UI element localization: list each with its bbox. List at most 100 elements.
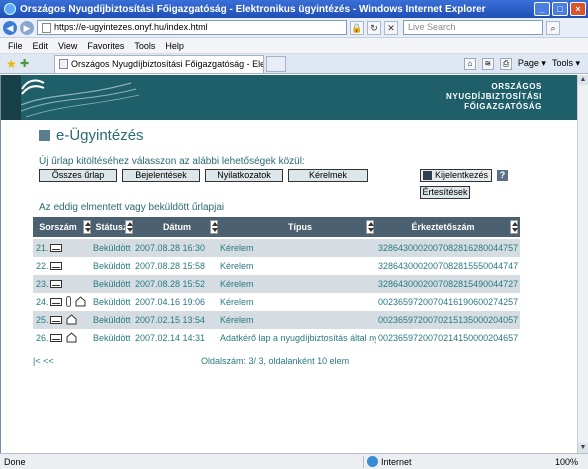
row-regnum[interactable]: 3286430002007082815490044727 [378,275,519,293]
zoom-level[interactable]: 100% [555,457,588,467]
logo-line-1: ORSZÁGOS [491,82,542,91]
stop-icon[interactable]: ✕ [384,20,398,35]
ie-logo-icon [4,3,16,15]
paperclip-icon[interactable] [66,296,71,307]
row-number: 21. [36,243,49,253]
header-sorszam: Sorszám [39,222,77,232]
add-favorite-icon[interactable]: ✚ [20,57,34,70]
menu-help[interactable]: Help [165,41,184,51]
row-type[interactable]: Kérelem [220,293,376,311]
declarations-button[interactable]: Nyilatkozatok [205,169,283,182]
menu-tools[interactable]: Tools [134,41,155,51]
pager-info: Oldalszám: 3/ 3, oldalanként 10 elem [201,356,350,366]
row-regnum[interactable]: 3286430002007082816280044757 [378,239,519,257]
pager-nav[interactable]: |< << [33,356,54,366]
row-date[interactable]: 2007.04.16 19:06 [135,293,219,311]
print-icon[interactable]: ⎙ [499,57,512,70]
vertical-scrollbar[interactable]: ▲ ▼ [577,75,588,453]
minimize-button[interactable]: _ [534,2,550,16]
row-type[interactable]: Kérelem [220,275,376,293]
table-row[interactable]: 22. Beküldött 2007.08.28 15:58 Kérelem 32864… [33,257,520,275]
row-type[interactable]: Kérelem [220,257,376,275]
menu-file[interactable]: File [8,41,23,51]
back-button[interactable]: ◀ [3,20,17,35]
feeds-icon[interactable]: ≋ [481,57,494,70]
maximize-button[interactable]: □ [552,2,568,16]
new-tab-button[interactable] [266,55,286,72]
requests-button[interactable]: Kérelmek [288,169,368,182]
tab-page-icon [59,59,68,69]
row-type[interactable]: Adatkérő lap a nyugdíjbiztosítás által n… [220,329,376,347]
search-input[interactable]: Live Search [403,20,543,35]
table-row[interactable]: 25. Beküldött 2007.02.15 13:54 Kérelem 00236… [33,311,520,329]
refresh-icon[interactable]: ↻ [367,20,381,35]
envelope-icon[interactable] [50,280,62,288]
sort-regnum-button[interactable] [510,220,518,234]
menu-bar: File Edit View Favorites Tools Help [0,38,588,54]
house-icon[interactable] [75,296,86,307]
page-menu-label: Page [517,58,539,68]
envelope-icon[interactable] [50,334,62,342]
envelope-icon[interactable] [50,262,62,270]
url-input[interactable]: https://e-ugyintezes.onyf.hu/index.html [37,20,347,35]
help-icon[interactable]: ? [497,170,508,181]
page-title-text: e-Ügyintézés [56,127,144,144]
row-regnum[interactable]: 0023659720070215135000204057 [378,311,519,329]
notifications-forms-button[interactable]: Bejelentések [122,169,200,182]
tab-active[interactable]: Országos Nyugdíjbiztosítási Főigazgatósá… [54,54,264,73]
row-regnum[interactable]: 3286430002007082815550044747 [378,257,519,275]
search-icon[interactable]: ⌕ [546,20,560,35]
table-row[interactable]: 21. Beküldött 2007.08.28 16:30 Kérelem 32864… [33,239,520,257]
row-status[interactable]: Beküldött [93,275,133,293]
sort-type-button[interactable] [366,220,374,234]
tools-menu-label: Tools [551,58,573,68]
sort-sorszam-button[interactable] [83,220,91,234]
row-status[interactable]: Beküldött [93,239,133,257]
forward-button[interactable]: ▶ [20,20,34,35]
envelope-icon[interactable] [50,244,62,252]
window-titlebar: Országos Nyugdíjbiztosítási Főigazgatósá… [0,0,588,18]
row-regnum[interactable]: 0023659720070416190600274257 [378,293,519,311]
menu-favorites[interactable]: Favorites [87,41,124,51]
logout-button[interactable]: Kijelentkezés [420,169,492,182]
row-date[interactable]: 2007.08.28 15:58 [135,257,219,275]
table-header: Sorszám Státusz Dátum Típus Érkeztetőszá… [33,217,520,237]
tools-menu[interactable]: Tools ▾ [552,58,580,69]
close-button[interactable]: × [570,2,586,16]
scroll-down-icon[interactable]: ▼ [578,443,588,453]
row-type[interactable]: Kérelem [220,239,376,257]
table-row[interactable]: 26. Beküldött 2007.02.14 14:31 Adatkérő lap… [33,329,520,347]
favorites-star-icon[interactable]: ★ [6,57,20,71]
table-row[interactable]: 23. Beküldött 2007.08.28 15:52 Kérelem 32864… [33,275,520,293]
row-date[interactable]: 2007.02.14 14:31 [135,329,219,347]
window-title: Országos Nyugdíjbiztosítási Főigazgatósá… [20,3,486,15]
lock-icon[interactable]: 🔒 [350,20,364,35]
row-status[interactable]: Beküldött [93,311,133,329]
all-forms-button[interactable]: Összes űrlap [39,169,117,182]
row-regnum[interactable]: 0023659720070214150000204657 [378,329,519,347]
page-content: ORSZÁGOS NYUGDÍJBIZTOSÍTÁSI FŐIGAZGATÓSÁ… [0,75,577,453]
status-bar: Done Internet 100% [0,453,588,469]
alerts-button[interactable]: Értesítések [420,186,470,199]
row-type[interactable]: Kérelem [220,311,376,329]
envelope-icon[interactable] [50,316,62,324]
row-number: 23. [36,279,49,289]
row-status[interactable]: Beküldött [93,293,133,311]
row-date[interactable]: 2007.02.15 13:54 [135,311,219,329]
row-number: 22. [36,261,49,271]
scroll-up-icon[interactable]: ▲ [578,75,588,85]
envelope-icon[interactable] [50,298,62,306]
row-date[interactable]: 2007.08.28 16:30 [135,239,219,257]
row-status[interactable]: Beküldött [93,329,133,347]
menu-edit[interactable]: Edit [33,41,49,51]
house-icon[interactable] [66,314,77,325]
row-status[interactable]: Beküldött [93,257,133,275]
sort-date-button[interactable] [210,220,218,234]
house-icon[interactable] [66,332,77,343]
row-date[interactable]: 2007.08.28 15:52 [135,275,219,293]
table-row[interactable]: 24. Beküldött 2007.04.16 19:06 Kérelem 00236… [33,293,520,311]
menu-view[interactable]: View [58,41,77,51]
sort-status-button[interactable] [125,220,133,234]
page-menu[interactable]: Page ▾ [518,58,546,69]
home-icon[interactable]: ⌂ [463,57,476,70]
